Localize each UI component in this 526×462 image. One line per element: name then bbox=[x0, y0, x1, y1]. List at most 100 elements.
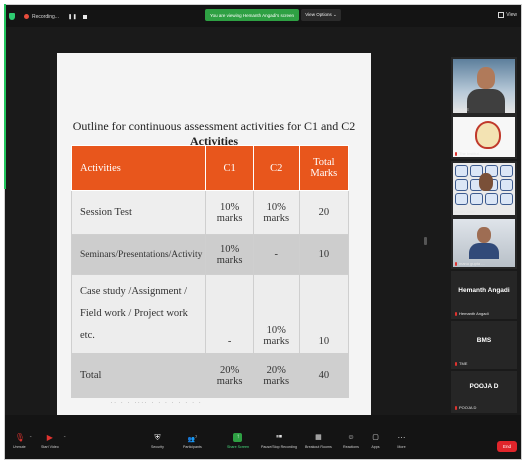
breakout-rooms-button[interactable]: ▦ Breakout Rooms bbox=[305, 433, 332, 449]
participant-body bbox=[469, 243, 499, 259]
header-total-marks: Total Marks bbox=[298, 145, 350, 191]
unmute-button[interactable]: 🎙 Unmute bbox=[13, 433, 26, 449]
shared-screen-slide: Outline for continuous assessment activi… bbox=[57, 53, 371, 417]
stop-recording-icon[interactable] bbox=[83, 14, 88, 19]
mic-muted-icon bbox=[454, 311, 458, 316]
apps-icon: ▢ bbox=[372, 434, 379, 441]
participant-tile[interactable]: POOJA D POOJA D bbox=[451, 371, 517, 413]
participant-label: The Institut... bbox=[454, 151, 482, 156]
participant-label: POOJA D bbox=[454, 405, 476, 410]
participant-name: Hemanth Angadi bbox=[458, 287, 510, 294]
table-cell: Seminars/Presentations/Activity bbox=[70, 234, 207, 275]
security-button[interactable]: ⛨ Security bbox=[151, 433, 164, 449]
table-header-row: Activities C1 C2 Total Marks bbox=[70, 145, 350, 191]
participants-icon: 👥7 bbox=[187, 435, 198, 443]
more-dots-icon: ··· bbox=[397, 433, 406, 442]
table-cell: Case study /Assignment / Field work / Pr… bbox=[70, 274, 207, 354]
table-cell: 10% marks bbox=[205, 234, 254, 275]
split-handle[interactable] bbox=[424, 237, 427, 245]
slide-title-text: Outline for continuous assessment activi… bbox=[72, 119, 356, 133]
breakout-rooms-icon: ▦ bbox=[315, 434, 322, 441]
table-cell: 10% marks bbox=[252, 190, 300, 235]
recording-indicator: Recording... ❚❚ bbox=[9, 11, 88, 22]
share-screen-icon: ↑ bbox=[233, 433, 243, 442]
table-cell: Total bbox=[70, 353, 207, 398]
table-cell: 10% marks bbox=[205, 190, 254, 235]
more-button[interactable]: ··· More bbox=[397, 433, 406, 449]
participant-tile[interactable]: VSH HE bbox=[451, 57, 517, 115]
start-video-button[interactable]: ▶ Start Video bbox=[41, 433, 59, 449]
table-cell: 20 bbox=[298, 190, 350, 235]
share-screen-button[interactable]: ↑ Share Screen bbox=[227, 433, 249, 449]
assessment-table: Activities C1 C2 Total Marks Session Tes… bbox=[70, 145, 350, 398]
slide-footer: .. . . .... . . . . . . . . bbox=[111, 399, 203, 405]
participant-body bbox=[467, 89, 505, 113]
participant-tile[interactable]: The Institut... bbox=[451, 115, 517, 159]
participant-name: BMS bbox=[476, 337, 492, 344]
table-cell: - bbox=[205, 274, 254, 354]
participant-name: POOJA D bbox=[469, 383, 499, 390]
video-options-chevron-icon[interactable]: ⌃ bbox=[63, 435, 66, 440]
screenshot-frame: Recording... ❚❚ You are viewing Hemanth … bbox=[0, 0, 526, 462]
apps-button[interactable]: ▢ Apps bbox=[371, 433, 380, 449]
end-meeting-button[interactable]: End bbox=[497, 441, 517, 452]
view-label: View bbox=[506, 12, 517, 18]
recording-label: Recording... bbox=[32, 13, 59, 20]
sharing-banner: You are viewing Hemanth Angadi's screen bbox=[205, 9, 299, 21]
participant-face bbox=[479, 173, 493, 191]
microphone-muted-icon: 🎙 bbox=[14, 433, 25, 442]
table-row: Total 20% marks 20% marks 40 bbox=[70, 353, 350, 398]
header-activities: Activities bbox=[70, 145, 207, 191]
grid-view-icon bbox=[498, 12, 505, 18]
participant-label: TME bbox=[454, 361, 467, 366]
participant-video bbox=[453, 163, 515, 215]
view-options-button[interactable]: View Options ⌄ bbox=[301, 9, 341, 21]
participant-tile[interactable]: Hemanth Angadi Hemanth Angadi bbox=[451, 271, 517, 319]
zoom-meeting-window: Recording... ❚❚ You are viewing Hemanth … bbox=[4, 4, 522, 460]
apps-label: Apps bbox=[371, 445, 380, 449]
video-off-icon: ▶ bbox=[46, 433, 53, 442]
breakout-rooms-label: Breakout Rooms bbox=[305, 445, 332, 449]
security-label: Security bbox=[151, 445, 164, 449]
participant-tile[interactable]: manu gupta ... bbox=[451, 217, 517, 269]
participant-video bbox=[453, 59, 515, 113]
security-shield-icon: ⛨ bbox=[154, 433, 161, 442]
participant-tile[interactable]: akash Jame bbox=[451, 161, 517, 217]
mic-muted-icon bbox=[454, 405, 458, 410]
pause-recording-icon[interactable]: ❚❚ bbox=[68, 14, 77, 20]
pause-stop-label: Pause/Stop Recording bbox=[261, 445, 297, 449]
mic-muted-icon bbox=[454, 361, 458, 366]
participant-tile[interactable]: BMS TME bbox=[451, 321, 517, 369]
header-c1: C1 bbox=[205, 145, 254, 191]
reactions-button[interactable]: ☺ Reactions bbox=[343, 433, 359, 449]
reactions-icon: ☺ bbox=[347, 434, 355, 441]
participants-label: Participants bbox=[183, 445, 202, 449]
table-row: Case study /Assignment / Field work / Pr… bbox=[70, 274, 350, 354]
table-row: Seminars/Presentations/Activity 10% mark… bbox=[70, 234, 350, 275]
pause-stop-icon: ⏸⏹ bbox=[275, 434, 282, 440]
view-button[interactable]: View bbox=[498, 12, 517, 18]
header-c2: C2 bbox=[252, 145, 300, 191]
recording-dot-icon bbox=[24, 14, 29, 19]
participant-label: akash Jame bbox=[454, 209, 476, 214]
mic-muted-icon bbox=[454, 151, 458, 156]
participants-button[interactable]: 👥7 Participants bbox=[183, 433, 202, 449]
unmute-label: Unmute bbox=[13, 445, 26, 449]
top-bar: Recording... ❚❚ You are viewing Hemanth … bbox=[5, 5, 521, 27]
table-cell: 20% marks bbox=[205, 353, 254, 398]
table-cell: - bbox=[252, 234, 300, 275]
institute-emblem bbox=[475, 121, 501, 149]
table-cell: 40 bbox=[298, 353, 350, 398]
more-label: More bbox=[397, 445, 406, 449]
audio-options-chevron-icon[interactable]: ⌃ bbox=[29, 435, 32, 440]
meeting-toolbar: 🎙 Unmute ⌃ ▶ Start Video ⌃ ⛨ Security 👥7… bbox=[5, 415, 521, 459]
participant-label: VSH HE bbox=[454, 107, 469, 112]
pause-stop-recording-button[interactable]: ⏸⏹ Pause/Stop Recording bbox=[261, 433, 297, 449]
table-cell: 10% marks bbox=[252, 274, 300, 354]
start-video-label: Start Video bbox=[41, 445, 59, 449]
table-cell: 10 bbox=[298, 234, 350, 275]
table-cell: Session Test bbox=[70, 190, 207, 235]
share-screen-label: Share Screen bbox=[227, 445, 249, 449]
shield-icon[interactable] bbox=[9, 13, 15, 20]
mic-muted-icon bbox=[454, 261, 458, 266]
